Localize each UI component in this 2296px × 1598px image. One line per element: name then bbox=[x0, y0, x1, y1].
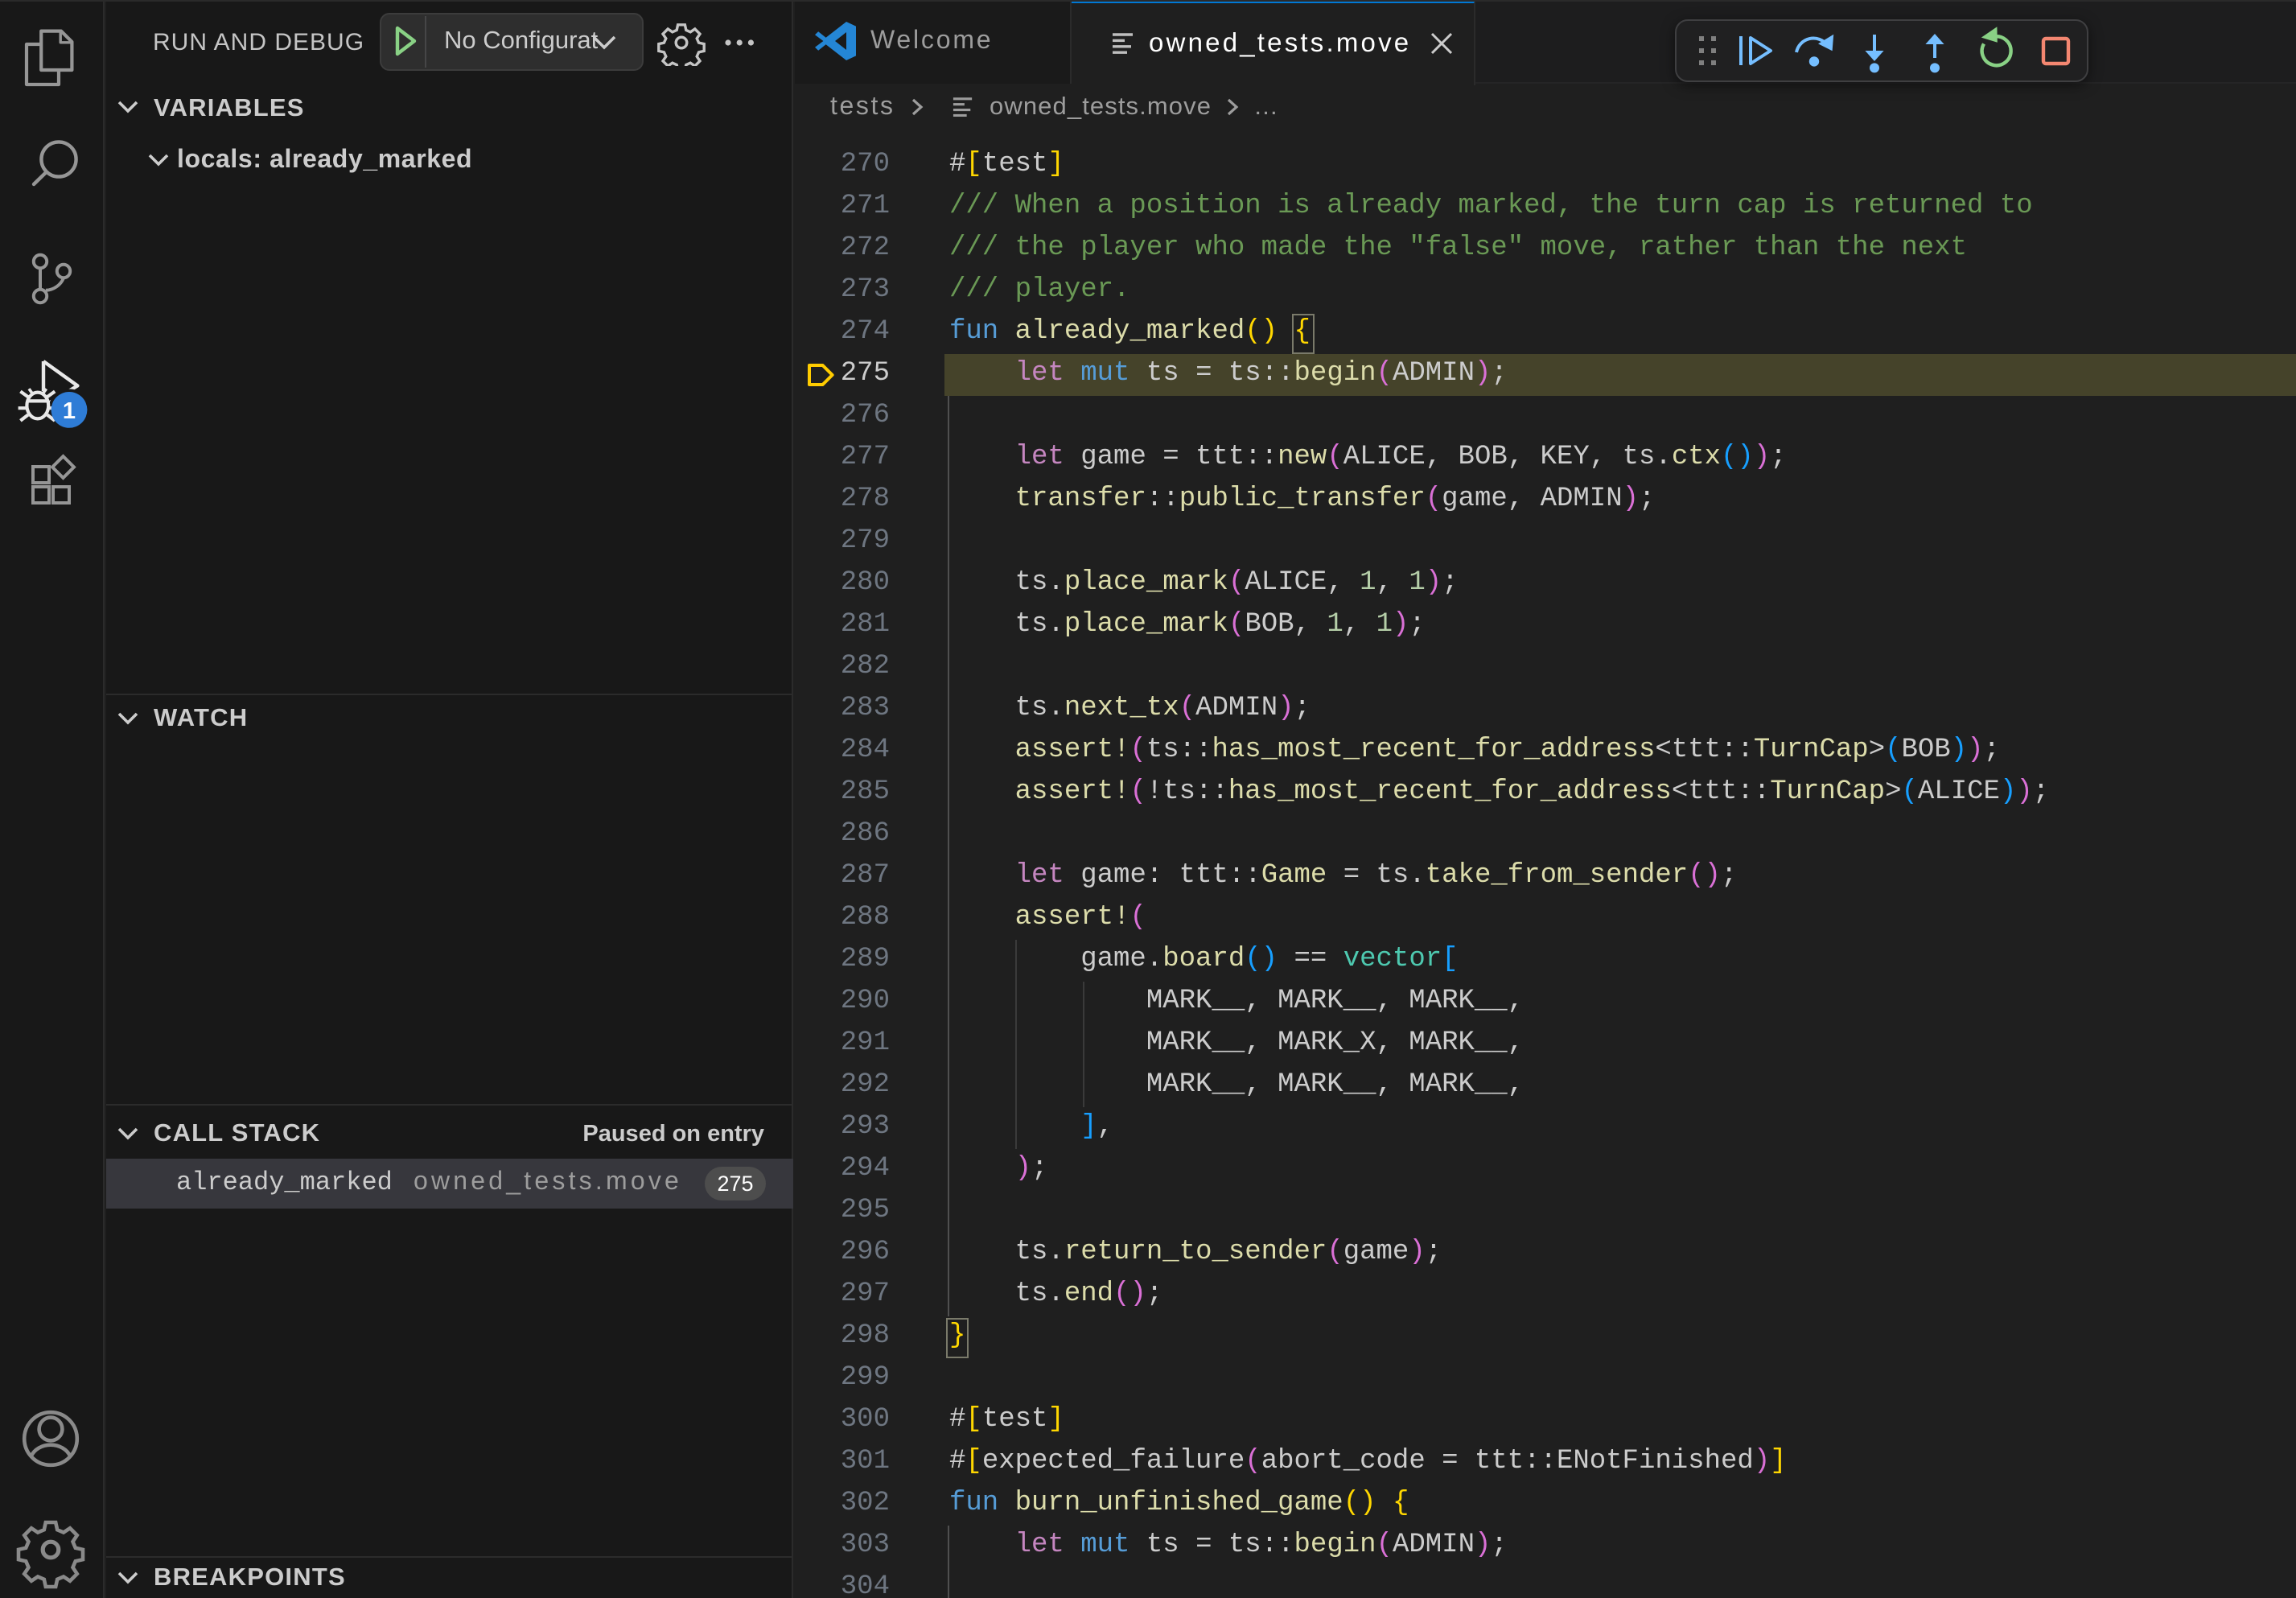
svg-text:1: 1 bbox=[63, 398, 76, 424]
